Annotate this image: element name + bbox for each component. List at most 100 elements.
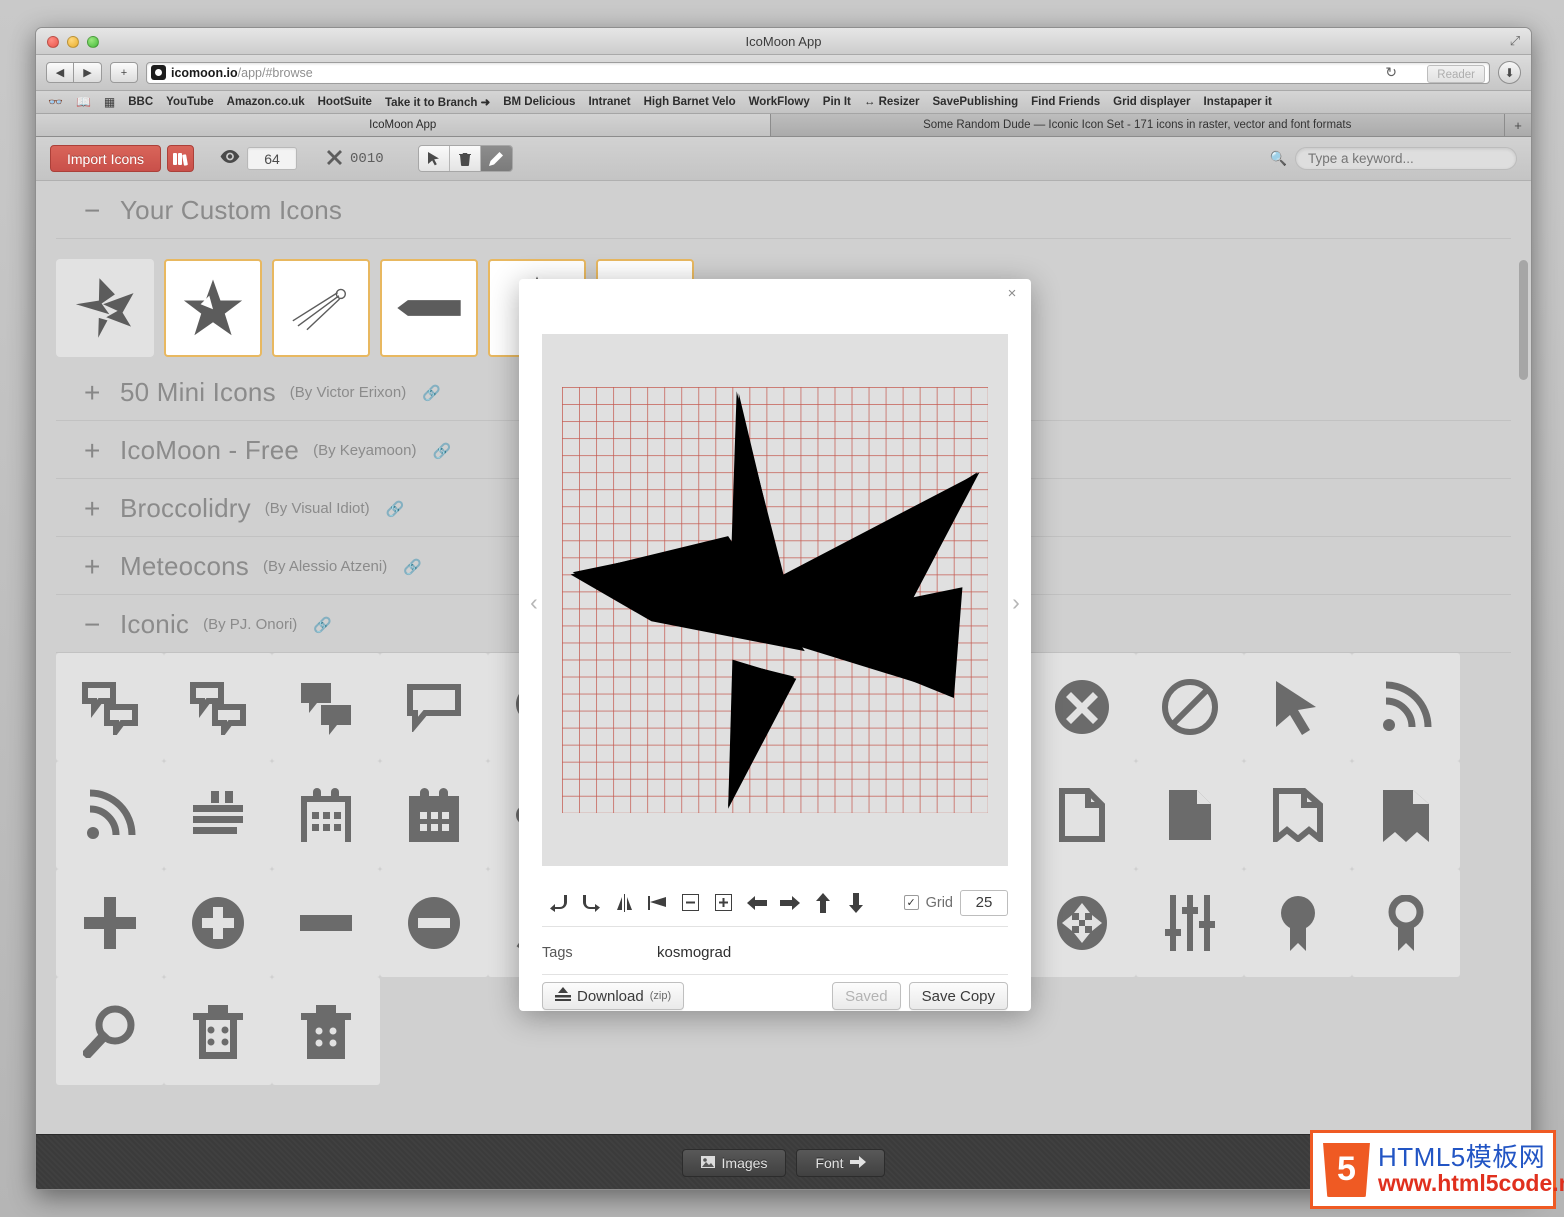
download-button[interactable]: Download (zip) — [542, 982, 685, 1010]
delete-tool-button[interactable] — [449, 146, 481, 171]
import-icons-button[interactable]: Import Icons — [50, 145, 162, 172]
icon-cell-award-filled[interactable] — [1244, 869, 1352, 977]
link-icon[interactable]: 🔗 — [313, 616, 332, 634]
close-icon[interactable]: × — [1003, 285, 1021, 303]
select-tool-button[interactable] — [418, 146, 450, 171]
bookmark-high-barnet-velo[interactable]: High Barnet Velo — [644, 96, 736, 108]
saved-button[interactable]: Saved — [832, 982, 901, 1010]
flip-vertical-button[interactable] — [641, 888, 674, 918]
icon-cell-cross-circle[interactable] — [1028, 653, 1136, 761]
grid-checkbox[interactable]: ✓ — [903, 895, 919, 910]
icon-cell-bookmark-outline[interactable] — [1244, 761, 1352, 869]
next-icon-button[interactable]: › — [1008, 589, 1024, 616]
icon-cell-wifi[interactable] — [1352, 653, 1460, 761]
forward-button[interactable]: ▶ — [74, 62, 102, 83]
icon-cell-plus[interactable] — [56, 869, 164, 977]
bookmark-youtube[interactable]: YouTube — [166, 96, 213, 108]
icon-cell-speech-bubble-outline[interactable] — [380, 653, 488, 761]
move-right-button[interactable] — [773, 888, 806, 918]
fullscreen-icon[interactable]: ⤢ — [1508, 34, 1522, 48]
close-window-button[interactable] — [47, 36, 59, 48]
bookmark-workflowy[interactable]: WorkFlowy — [749, 96, 810, 108]
bookmark-amazon[interactable]: Amazon.co.uk — [227, 96, 305, 108]
grid-icon[interactable]: ▦ — [104, 95, 115, 109]
scale-up-button[interactable] — [707, 888, 740, 918]
custom-icon-pinwheel-star[interactable] — [56, 259, 154, 357]
icon-cell-trash-filled[interactable] — [272, 977, 380, 1085]
save-copy-button[interactable]: Save Copy — [908, 982, 1008, 1010]
custom-icon-banner[interactable] — [380, 259, 478, 357]
icon-cell-plus-circle[interactable] — [164, 869, 272, 977]
icon-cell-award-outline[interactable] — [1352, 869, 1460, 977]
icon-cell-speech-bubbles-filled[interactable] — [272, 653, 380, 761]
icon-cell-move-circle[interactable] — [1028, 869, 1136, 977]
window-controls[interactable] — [47, 36, 99, 48]
bookmark-intranet[interactable]: Intranet — [588, 96, 630, 108]
zoom-window-button[interactable] — [87, 36, 99, 48]
bookmark-pin-it[interactable]: Pin It — [823, 96, 851, 108]
search-input[interactable] — [1295, 147, 1517, 170]
scrollbar-thumb[interactable] — [1519, 260, 1528, 380]
tags-input[interactable]: kosmograd — [657, 944, 731, 961]
images-tab-button[interactable]: Images — [681, 1148, 787, 1177]
library-icon[interactable] — [167, 145, 195, 172]
icon-cell-trash-outline[interactable] — [164, 977, 272, 1085]
bookmark-savepublishing[interactable]: SavePublishing — [933, 96, 1019, 108]
reader-button[interactable]: Reader — [1427, 64, 1485, 83]
icon-cell-document-outline[interactable] — [1028, 761, 1136, 869]
link-icon[interactable]: 🔗 — [432, 442, 451, 460]
new-tab-button[interactable]: + — [110, 62, 138, 83]
icon-cell-ban[interactable] — [1136, 653, 1244, 761]
address-bar[interactable]: icomoon.io/app/#browse ↻ Reader — [146, 61, 1490, 84]
book-icon[interactable]: 📖 — [76, 95, 91, 109]
minimize-window-button[interactable] — [67, 36, 79, 48]
icon-cell-rss[interactable] — [56, 761, 164, 869]
glasses-icon[interactable]: 👓 — [48, 95, 63, 109]
bookmark-instapaper-it[interactable]: Instapaper it — [1204, 96, 1272, 108]
expand-toggle-icon[interactable]: + — [84, 552, 110, 580]
icon-cell-calendar-outline[interactable] — [272, 761, 380, 869]
bookmark-bm-delicious[interactable]: BM Delicious — [503, 96, 575, 108]
expand-toggle-icon[interactable]: + — [84, 494, 110, 522]
bookmark-find-friends[interactable]: Find Friends — [1031, 96, 1100, 108]
icon-cell-calendar-filled[interactable] — [380, 761, 488, 869]
icon-cell-speech-bubbles-two[interactable] — [164, 653, 272, 761]
rotate-left-button[interactable] — [542, 888, 575, 918]
bookmark-resizer[interactable]: ↔ Resizer — [864, 96, 920, 108]
link-icon[interactable]: 🔗 — [422, 384, 441, 402]
previous-icon-button[interactable]: ‹ — [526, 589, 542, 616]
reload-icon[interactable]: ↻ — [1385, 64, 1397, 81]
icon-cell-sliders[interactable] — [1136, 869, 1244, 977]
expand-toggle-icon[interactable]: + — [84, 436, 110, 464]
content-scrollbar[interactable] — [1518, 226, 1529, 1132]
expand-toggle-icon[interactable]: + — [84, 378, 110, 406]
icon-cell-list[interactable] — [164, 761, 272, 869]
bookmark-grid-displayer[interactable]: Grid displayer — [1113, 96, 1190, 108]
link-icon[interactable]: 🔗 — [403, 558, 422, 576]
icon-cell-cursor-arrow[interactable] — [1244, 653, 1352, 761]
close-x-icon[interactable] — [327, 149, 343, 168]
font-tab-button[interactable]: Font — [796, 1148, 886, 1177]
icon-cell-speech-bubbles-outline[interactable] — [56, 653, 164, 761]
collapse-toggle-icon[interactable]: − — [84, 610, 110, 638]
tab-icomoon-app[interactable]: IcoMoon App — [36, 114, 771, 136]
edit-tool-button[interactable] — [480, 146, 512, 171]
icon-cell-minus[interactable] — [272, 869, 380, 977]
icon-cell-magnifier[interactable] — [56, 977, 164, 1085]
move-down-button[interactable] — [839, 888, 872, 918]
back-button[interactable]: ◀ — [46, 62, 74, 83]
bookmark-hootsuite[interactable]: HootSuite — [318, 96, 372, 108]
flip-horizontal-button[interactable] — [608, 888, 641, 918]
icon-cell-bookmark-filled[interactable] — [1352, 761, 1460, 869]
icon-size-input[interactable]: 64 — [247, 147, 298, 170]
collapse-toggle-icon[interactable]: − — [84, 196, 110, 224]
custom-icon-star-kosmograd[interactable] — [164, 259, 262, 357]
move-left-button[interactable] — [740, 888, 773, 918]
grid-size-input[interactable]: 25 — [960, 889, 1008, 916]
rotate-right-button[interactable] — [575, 888, 608, 918]
icon-canvas[interactable] — [542, 334, 1008, 866]
move-up-button[interactable] — [806, 888, 839, 918]
eye-icon[interactable] — [220, 149, 240, 168]
icon-cell-document-filled[interactable] — [1136, 761, 1244, 869]
tab-some-random-dude[interactable]: Some Random Dude — Iconic Icon Set - 171… — [770, 114, 1505, 136]
